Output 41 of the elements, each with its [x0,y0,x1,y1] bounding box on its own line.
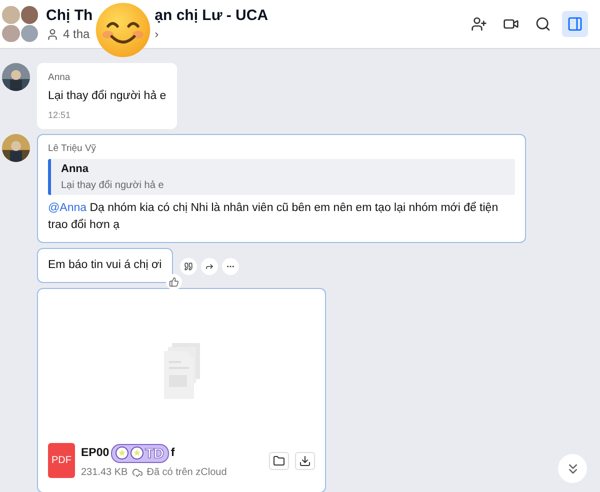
thumbs-up-icon [168,277,179,287]
folder-icon [273,454,285,466]
sticker-text: TD [145,445,164,461]
cloud-status: Đã có trên zCloud [146,466,227,478]
mention-link[interactable]: @Anna [48,202,87,214]
panel-icon [567,16,583,32]
quoted-message[interactable]: Anna Lại thay đổi người hả e [48,159,515,195]
download-button[interactable] [295,452,315,470]
quote-sender: Anna [61,163,90,175]
download-icon [299,454,311,466]
quote-button[interactable] [180,258,197,275]
group-title: ạn chị Lư - UCA [154,7,268,24]
member-avatar [20,24,38,42]
message-time: 12:51 [48,110,72,120]
member-avatar [20,6,38,24]
member-icon [46,28,59,40]
quote-icon [184,262,193,271]
sender-name: Anna [48,72,72,83]
member-count[interactable]: 4 tha [63,27,90,41]
forward-button[interactable] [200,258,218,275]
sender-name: Lê Triệu Vỹ [48,143,98,154]
open-folder-button[interactable] [269,452,289,470]
file-size: 231.43 KB [81,466,128,478]
panel-button[interactable] [562,11,588,37]
pdf-file-icon: PDF [48,443,75,478]
message-text: @Anna Dạ nhóm kia có chị Nhi là nhân viên cũ bên em nên em tạo lại nhóm mới để tiện trao đổi hơn ạ [48,200,500,233]
cloud-check-icon [132,466,143,478]
file-name[interactable]: f [170,447,175,459]
like-button[interactable] [166,274,182,290]
file-name[interactable]: EP00 [81,447,110,459]
member-avatar [2,24,20,42]
search-icon [535,16,551,32]
member-avatar [2,6,20,24]
forward-icon [204,262,214,271]
quote-text: Lại thay đổi người hả e [61,180,165,191]
group-title: Chị Th [46,7,93,24]
message-text: Em báo tin vui á chị ơi [48,258,162,273]
member-count[interactable]: › [154,27,159,41]
message-text: Lại thay đổi người hả e [48,88,166,104]
scroll-down-button[interactable] [558,454,587,483]
add-member-icon [471,16,487,32]
